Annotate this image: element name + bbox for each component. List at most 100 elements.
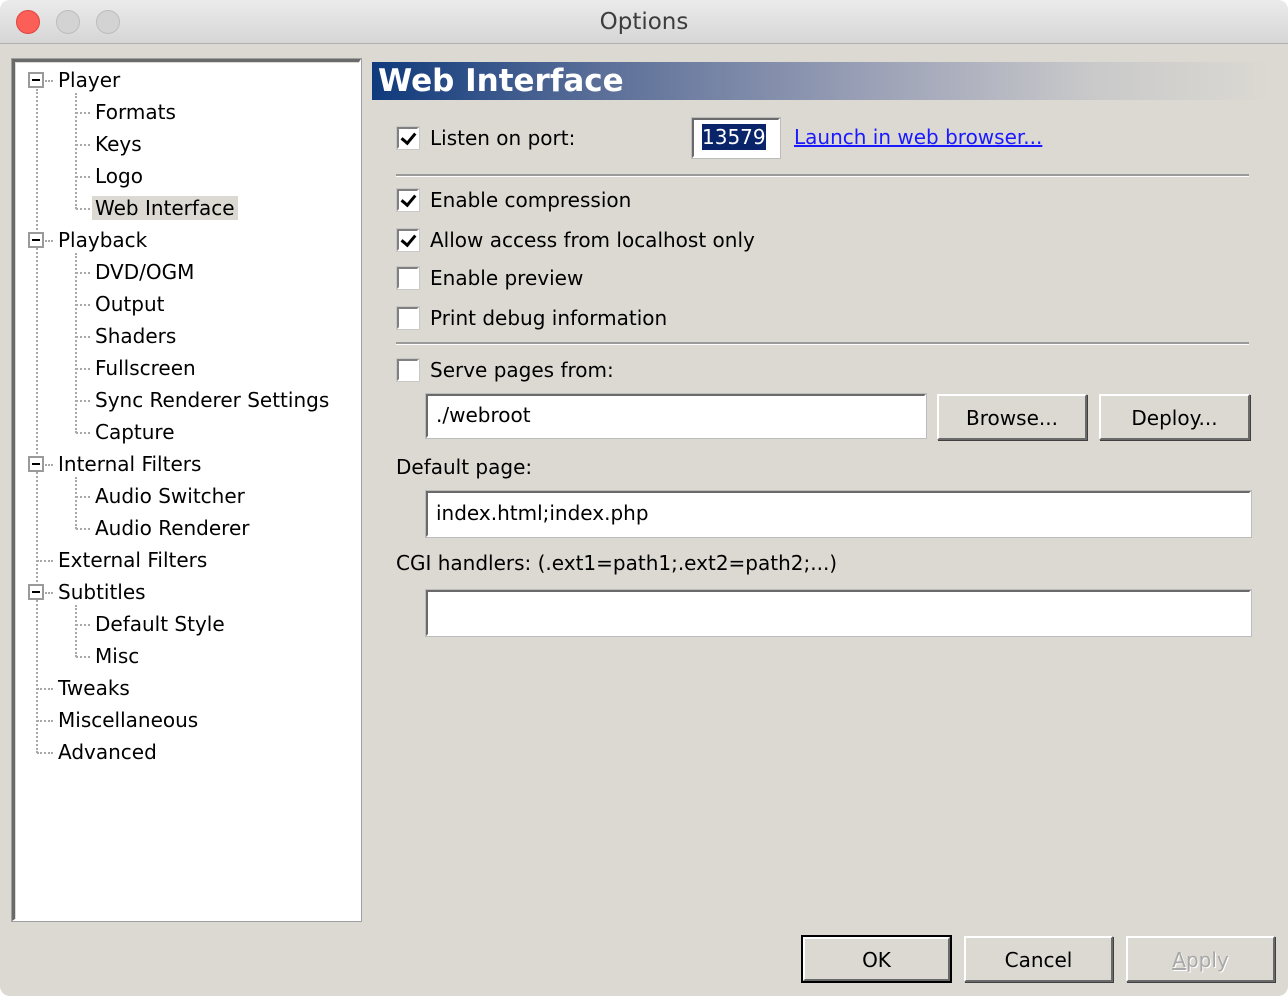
option-label: Print debug information: [430, 306, 668, 330]
tree-item-label: Capture: [95, 420, 175, 444]
option-label: Enable preview: [430, 266, 584, 290]
tree-connector: [76, 272, 90, 274]
checkbox-box[interactable]: [396, 228, 420, 252]
default-page-input[interactable]: index.html;index.php: [425, 490, 1252, 538]
tree-item-keys[interactable]: Keys: [92, 129, 145, 159]
tree-item-label: Subtitles: [58, 580, 146, 604]
port-value: 13579: [702, 124, 766, 150]
title-bar[interactable]: Options: [0, 0, 1288, 44]
tree-child-line: [75, 605, 77, 657]
checkbox-box[interactable]: [396, 358, 420, 382]
tree-item-tweaks[interactable]: Tweaks: [55, 673, 133, 703]
tree-item-default-style[interactable]: Default Style: [92, 609, 228, 639]
tree-item-advanced[interactable]: Advanced: [55, 737, 160, 767]
checkbox-box[interactable]: [396, 188, 420, 212]
collapse-icon[interactable]: [28, 72, 44, 88]
tree-item-web-interface[interactable]: Web Interface: [92, 193, 238, 223]
collapse-icon[interactable]: [28, 456, 44, 472]
tree-connector: [76, 112, 90, 114]
tree-item-label: Output: [95, 292, 165, 316]
serve-pages-label: Serve pages from:: [430, 358, 614, 382]
separator: [396, 174, 1249, 177]
tree-item-label: Internal Filters: [58, 452, 202, 476]
port-input[interactable]: 13579: [691, 117, 781, 159]
browse-button[interactable]: Browse...: [937, 394, 1087, 440]
tree-item-capture[interactable]: Capture: [92, 417, 178, 447]
option-print-debug-information-checkbox[interactable]: Print debug information: [396, 305, 777, 331]
tree-connector: [76, 496, 90, 498]
tree-item-label: Fullscreen: [95, 356, 196, 380]
tree-connector: [45, 240, 53, 242]
checkbox-box[interactable]: [396, 306, 420, 330]
option-enable-compression-checkbox[interactable]: Enable compression: [396, 187, 777, 213]
cancel-button[interactable]: Cancel: [964, 936, 1113, 982]
cgi-handlers-input[interactable]: [425, 589, 1252, 637]
webroot-input[interactable]: ./webroot: [425, 393, 927, 439]
tree-item-label: Keys: [95, 132, 142, 156]
page-header: Web Interface: [372, 62, 1272, 100]
tree-item-audio-renderer[interactable]: Audio Renderer: [92, 513, 253, 543]
tree-connector: [45, 464, 53, 466]
tree-item-subtitles[interactable]: Subtitles: [55, 577, 149, 607]
option-label: Allow access from localhost only: [430, 228, 755, 252]
tree-item-label: Playback: [58, 228, 148, 252]
apply-button: Apply: [1126, 936, 1275, 982]
listen-on-port-label: Listen on port:: [430, 126, 576, 150]
listen-on-port-checkbox[interactable]: Listen on port:: [396, 125, 597, 151]
tree-item-label: Player: [58, 68, 121, 92]
separator: [396, 342, 1249, 345]
collapse-icon[interactable]: [28, 584, 44, 600]
ok-button[interactable]: OK: [801, 935, 952, 983]
cgi-handlers-label: CGI handlers: (.ext1=path1;.ext2=path2;.…: [396, 551, 838, 575]
tree-item-playback[interactable]: Playback: [55, 225, 150, 255]
options-tree[interactable]: Player Formats Keys Logo Web Interface Playba…: [11, 58, 362, 922]
tree-connector: [76, 144, 90, 146]
tree-item-label: Formats: [95, 100, 176, 124]
tree-connector: [76, 432, 90, 434]
serve-pages-checkbox[interactable]: Serve pages from:: [396, 357, 657, 383]
tree-connector: [76, 400, 90, 402]
tree-connector: [37, 720, 53, 722]
tree-item-label: Shaders: [95, 324, 177, 348]
tree-connector: [76, 304, 90, 306]
tree-item-label: Audio Renderer: [95, 516, 250, 540]
tree-item-label: Miscellaneous: [58, 708, 199, 732]
tree-item-player[interactable]: Player: [55, 65, 123, 95]
tree-connector: [76, 656, 90, 658]
tree-item-fullscreen[interactable]: Fullscreen: [92, 353, 199, 383]
tree-connector: [76, 624, 90, 626]
tree-item-misc[interactable]: Misc: [92, 641, 142, 671]
tree-item-dvd-ogm[interactable]: DVD/OGM: [92, 257, 197, 287]
collapse-icon[interactable]: [28, 232, 44, 248]
tree-connector: [76, 368, 90, 370]
tree-item-audio-switcher[interactable]: Audio Switcher: [92, 481, 248, 511]
checkbox-box[interactable]: [396, 126, 420, 150]
tree-item-external-filters[interactable]: External Filters: [55, 545, 210, 575]
checkbox-box[interactable]: [396, 266, 420, 290]
tree-item-output[interactable]: Output: [92, 289, 167, 319]
tree-item-label: Audio Switcher: [95, 484, 245, 508]
tree-item-logo[interactable]: Logo: [92, 161, 146, 191]
tree-connector: [37, 688, 53, 690]
tree-item-internal-filters[interactable]: Internal Filters: [55, 449, 204, 479]
tree-item-sync-renderer-settings[interactable]: Sync Renderer Settings: [92, 385, 332, 415]
deploy-button[interactable]: Deploy...: [1099, 394, 1250, 440]
launch-in-web-browser-link[interactable]: Launch in web browser...: [794, 125, 1042, 149]
option-enable-preview-checkbox[interactable]: Enable preview: [396, 265, 777, 291]
tree-root-line: [36, 89, 38, 753]
tree-child-line: [75, 477, 77, 529]
default-page-label: Default page:: [396, 455, 533, 479]
tree-item-label: Sync Renderer Settings: [95, 388, 330, 412]
tree-item-label: External Filters: [58, 548, 208, 572]
tree-child-line: [75, 253, 77, 433]
tree-item-shaders[interactable]: Shaders: [92, 321, 179, 351]
tree-item-label: Default Style: [95, 612, 225, 636]
tree-item-label: Misc: [95, 644, 140, 668]
tree-item-miscellaneous[interactable]: Miscellaneous: [55, 705, 201, 735]
option-allow-access-from-localhost-only-checkbox[interactable]: Allow access from localhost only: [396, 227, 777, 253]
tree-item-formats[interactable]: Formats: [92, 97, 179, 127]
tree-connector: [45, 592, 53, 594]
tree-connector: [37, 752, 53, 754]
tree-item-label: DVD/OGM: [95, 260, 195, 284]
tree-item-label: Advanced: [58, 740, 157, 764]
